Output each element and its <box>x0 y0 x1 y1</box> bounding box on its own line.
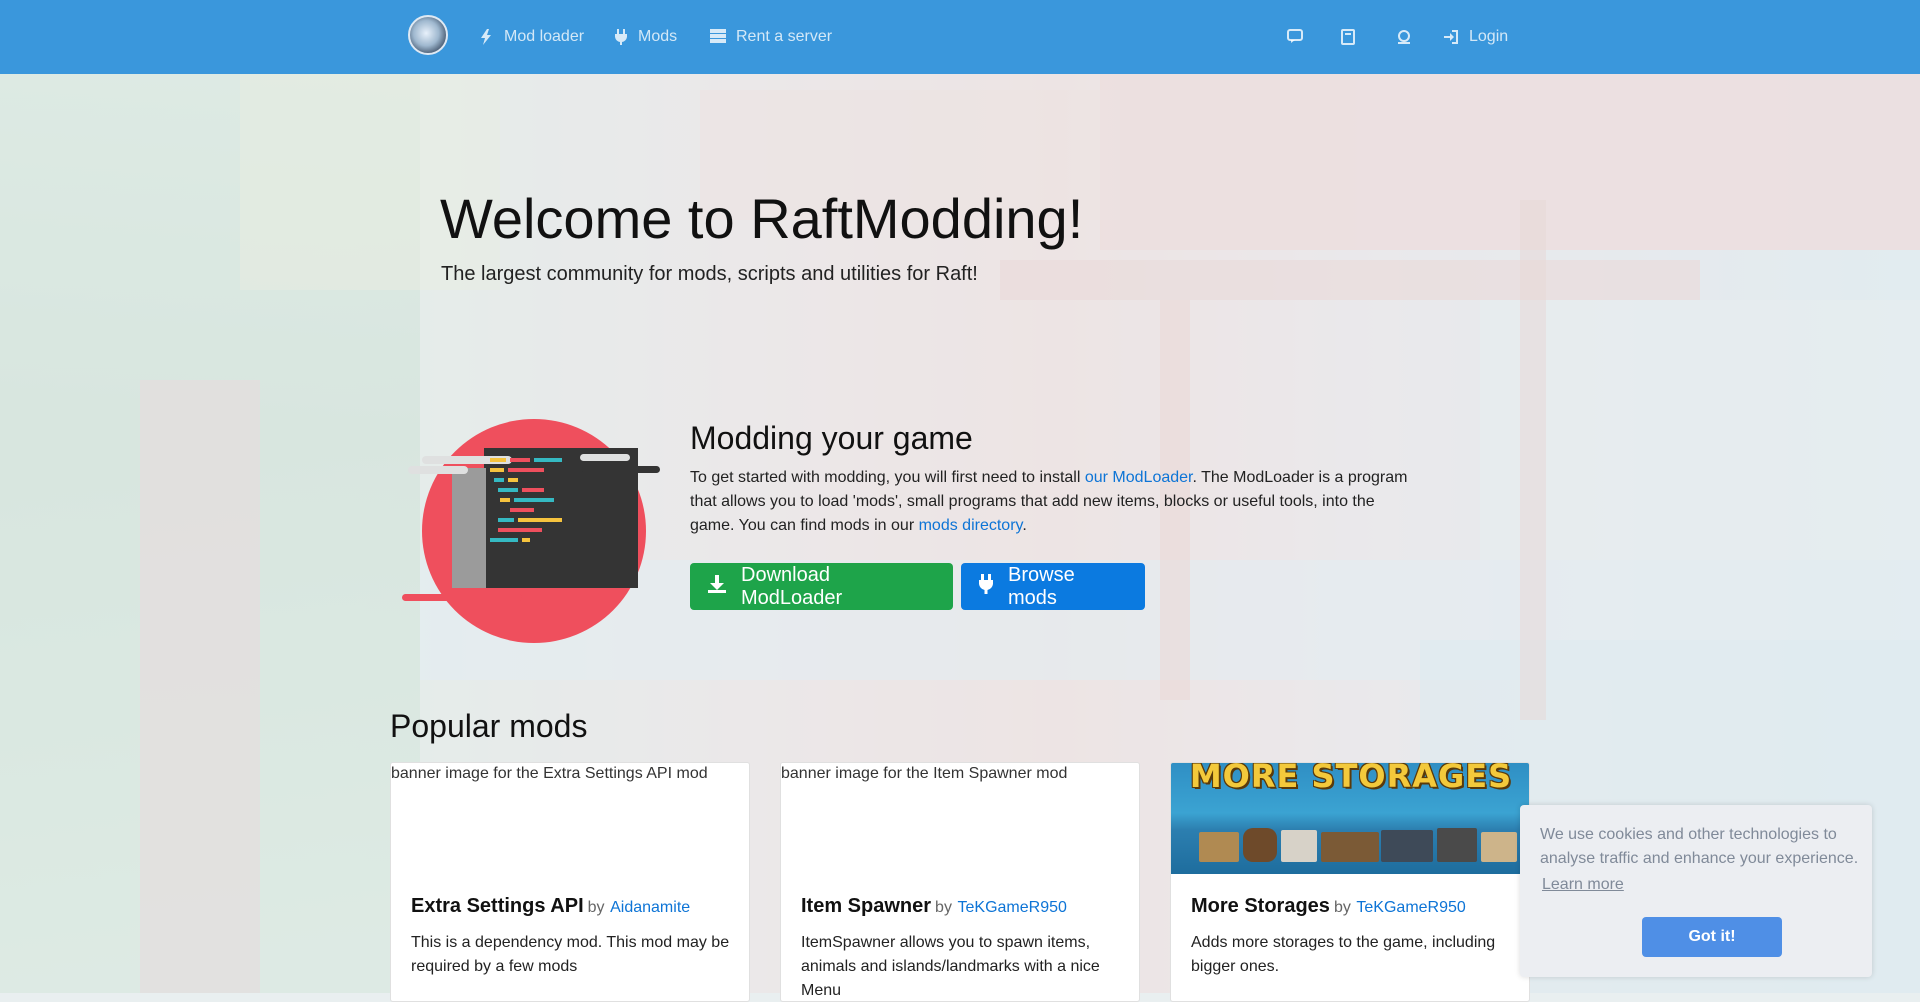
nav-rent-server[interactable]: Rent a server <box>710 0 832 74</box>
crate-graphic <box>1481 832 1517 862</box>
modding-desc-text-3: . <box>1022 517 1027 534</box>
nav-login-label: Login <box>1469 28 1509 45</box>
modloader-link[interactable]: our ModLoader <box>1085 469 1193 486</box>
mod-card-title: Extra Settings API by Aidanamite <box>411 895 690 918</box>
code-illustration <box>402 418 662 644</box>
modding-description: To get started with modding, you will fi… <box>690 466 1410 538</box>
mod-author-link[interactable]: TeKGameR950 <box>958 899 1067 916</box>
nav-mod-loader[interactable]: Mod loader <box>480 0 584 74</box>
chest-graphic <box>1437 828 1477 862</box>
sign-in-icon <box>1443 29 1459 45</box>
cookie-message: We use cookies and other technologies to… <box>1540 826 1859 867</box>
cookie-banner: We use cookies and other technologies to… <box>1520 805 1872 977</box>
cookie-accept-button[interactable]: Got it! <box>1642 917 1782 957</box>
download-icon <box>707 574 727 600</box>
cookie-learn-more-link[interactable]: Learn more <box>1542 876 1624 894</box>
mod-card-title: More Storages by TeKGameR950 <box>1191 895 1466 918</box>
mod-description: Adds more storages to the game, includin… <box>1191 934 1496 975</box>
bolt-icon <box>480 29 494 45</box>
mod-name[interactable]: Extra Settings API <box>411 895 584 917</box>
mod-name[interactable]: More Storages <box>1191 895 1330 917</box>
by-label: by <box>935 899 952 916</box>
site-logo[interactable] <box>408 15 448 55</box>
crate-graphic <box>1281 830 1317 862</box>
nav-login[interactable]: Login <box>1443 0 1508 74</box>
support-icon <box>1396 29 1412 45</box>
server-icon <box>710 29 726 45</box>
chest-graphic <box>1321 832 1379 862</box>
nav-support[interactable] <box>1396 0 1412 74</box>
mod-card-title: Item Spawner by TeKGameR950 <box>801 895 1067 918</box>
mod-name[interactable]: Item Spawner <box>801 895 931 917</box>
nav-mod-loader-label: Mod loader <box>504 28 585 45</box>
nav-mods-label: Mods <box>638 28 678 45</box>
nav-chat[interactable] <box>1287 0 1303 74</box>
broken-image-alt: banner image for the Extra Settings API … <box>391 765 708 782</box>
barrel-graphic <box>1243 828 1277 862</box>
mod-description: ItemSpawner allows you to spawn items, a… <box>801 934 1100 999</box>
browse-mods-button[interactable]: Browse mods <box>961 563 1145 610</box>
nav-rent-server-label: Rent a server <box>736 28 833 45</box>
download-modloader-button[interactable]: Download ModLoader <box>690 563 953 610</box>
mod-banner-image: banner image for the Item Spawner mod <box>781 763 1139 874</box>
mod-card[interactable]: banner image for the Extra Settings API … <box>390 762 750 1002</box>
plug-icon <box>614 29 628 45</box>
hero-subtitle: The largest community for mods, scripts … <box>441 263 978 285</box>
top-navbar: Mod loader Mods Rent a server Login <box>0 0 1920 74</box>
chat-icon <box>1287 29 1303 45</box>
modding-title: Modding your game <box>690 420 973 456</box>
nav-docs[interactable] <box>1341 0 1357 74</box>
popular-mods-title: Popular mods <box>390 708 588 744</box>
mods-directory-link[interactable]: mods directory <box>919 517 1023 534</box>
mod-banner-image: MORE STORAGES <box>1171 763 1529 874</box>
mod-description: This is a dependency mod. This mod may b… <box>411 934 730 975</box>
hero-title: Welcome to RaftModding! <box>440 187 1084 250</box>
by-label: by <box>587 899 605 916</box>
mod-author-link[interactable]: Aidanamite <box>610 899 690 916</box>
by-label: by <box>1333 899 1351 916</box>
nav-mods[interactable]: Mods <box>614 0 677 74</box>
download-modloader-label: Download ModLoader <box>741 563 843 609</box>
banner-headline: MORE STORAGES <box>1189 763 1513 795</box>
more-storages-banner: MORE STORAGES <box>1171 763 1529 874</box>
mod-banner-image: banner image for the Extra Settings API … <box>391 763 749 874</box>
mod-author-link[interactable]: TeKGameR950 <box>1356 899 1465 916</box>
chest-graphic <box>1381 830 1433 862</box>
browse-mods-label: Browse mods <box>1008 563 1075 609</box>
plug-icon <box>978 573 994 600</box>
mod-card[interactable]: banner image for the Item Spawner mod It… <box>780 762 1140 1002</box>
modding-desc-text-1: To get started with modding, you will fi… <box>690 469 1085 486</box>
book-icon <box>1341 29 1357 45</box>
broken-image-alt: banner image for the Item Spawner mod <box>781 765 1068 782</box>
crate-graphic <box>1199 832 1239 862</box>
mod-card[interactable]: MORE STORAGES More Storages by TeKGameR95… <box>1170 762 1530 1002</box>
